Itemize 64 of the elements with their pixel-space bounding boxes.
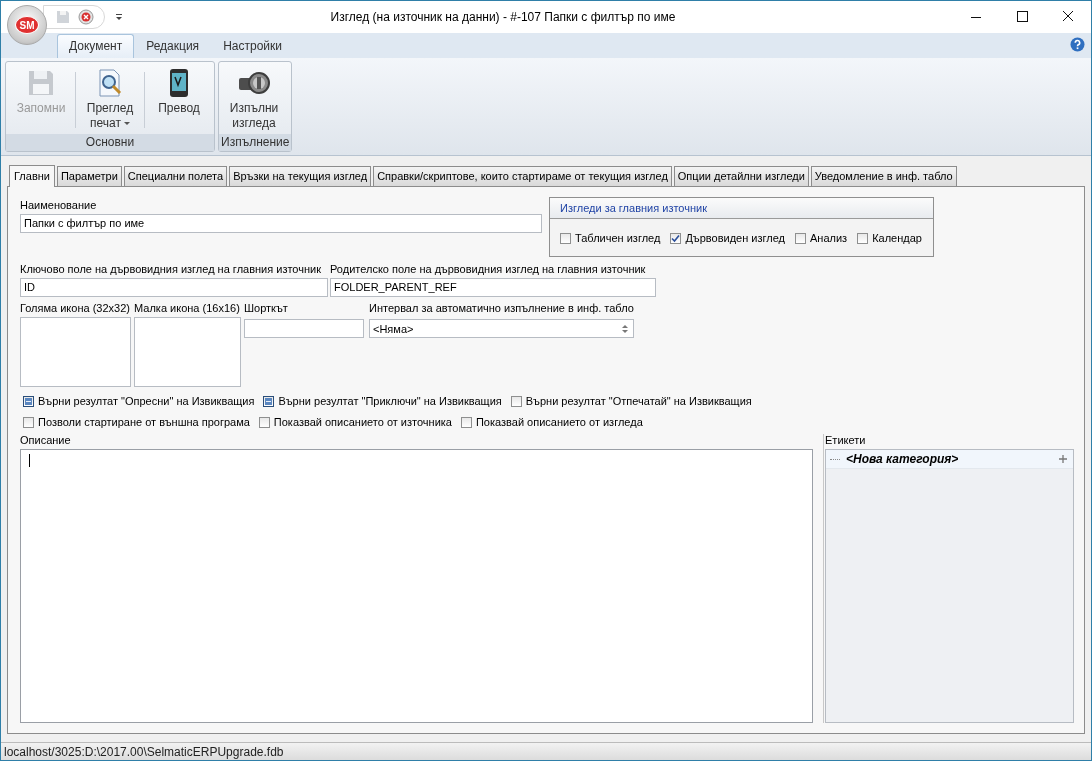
key-field[interactable]: ID [20, 278, 328, 297]
group-label: Изпълнение [219, 134, 292, 151]
checkbox-label: Календар [872, 232, 922, 244]
ribbon-tab[interactable]: Документ [57, 34, 135, 58]
tree-row[interactable]: <Нова категория> [826, 450, 1073, 469]
spin-arrows-icon[interactable] [622, 324, 628, 333]
help-icon[interactable] [1070, 37, 1085, 52]
ribbon-button[interactable]: Преглед печат [78, 66, 142, 133]
dropdown-caret-icon[interactable] [123, 122, 130, 126]
checkbox-label: Върни резултат "Опресни" на Извикващия [38, 395, 255, 407]
checkbox-label: Показвай описанието от изгледа [475, 416, 643, 428]
description-field[interactable] [20, 449, 813, 723]
checkbox-label: Показвай описанието от източника [273, 416, 452, 428]
window-title: Изглед (на източник на данни) - #-107 Папки с филтър по име [329, 10, 677, 24]
field-label: Описание [20, 434, 72, 446]
field-label: Наименование [20, 199, 98, 211]
checkbox[interactable] [510, 395, 522, 407]
field-label: Етикети [825, 434, 867, 446]
checkbox[interactable] [460, 416, 472, 428]
field-label: Шорткът [244, 302, 289, 314]
group-label: Основни [6, 134, 214, 151]
field-label: Интервал за автоматично изпълнение в инф. табло [369, 302, 634, 314]
checkbox-label: Върни резултат "Отпечатай" на Извикващия [525, 395, 752, 407]
close-icon[interactable] [78, 9, 94, 25]
icon-drop-area[interactable] [134, 317, 241, 387]
checkbox[interactable] [857, 232, 869, 244]
tab[interactable]: Опции детайлни изгледи [673, 166, 809, 186]
ribbon-tab[interactable]: Редакция [134, 34, 212, 58]
checkbox-label: Анализ [810, 232, 848, 244]
interval-spinner[interactable]: <Няма> [369, 319, 634, 338]
checkbox-label: Позволи стартиране от външна програма [38, 416, 250, 428]
checkbox[interactable] [560, 232, 571, 244]
tab[interactable]: Специални полета [123, 166, 228, 186]
app-logo[interactable]: SM [7, 5, 47, 45]
field-label: Родителско поле на дървовидния изглед на главния източник [330, 263, 647, 275]
ribbon-button[interactable]: Изпълни изгледа [222, 66, 286, 133]
tab[interactable]: Справки/скриптове, които стартираме от текущия изглед [373, 166, 672, 186]
checkbox[interactable] [23, 416, 34, 428]
tab[interactable]: Връзки на текущия изглед [229, 166, 372, 186]
field-label: Малка икона (16x16) [134, 302, 241, 314]
name-field[interactable]: Папки с филтър по име [20, 214, 542, 233]
checkbox[interactable] [23, 395, 34, 407]
icon-drop-area[interactable] [20, 317, 131, 387]
checkbox-label: Табличен изглед [575, 232, 661, 244]
parent-field[interactable]: FOLDER_PARENT_REF [330, 278, 656, 297]
category-name: <Нова категория> [846, 452, 959, 466]
checkbox[interactable] [258, 416, 270, 428]
tab[interactable]: Параметри [56, 166, 122, 186]
field-label: Голяма икона (32x32) [20, 302, 131, 314]
checkbox[interactable] [670, 232, 682, 244]
status-bar-text: localhost/3025:D:\2017.00\SelmaticERPUpgrade.fdb [1, 742, 1091, 760]
checkbox[interactable] [263, 395, 275, 407]
add-icon[interactable] [1059, 455, 1067, 463]
ribbon-button[interactable]: Превод [147, 66, 211, 118]
checkbox-label: Дървовиден изглед [685, 232, 785, 244]
shortcut-field[interactable] [244, 319, 364, 338]
tab[interactable]: Уведомление в инф. табло [810, 166, 957, 186]
customize-menu-icon[interactable] [115, 13, 123, 21]
checkbox-label: Върни резултат "Приключи" на Извикващия [278, 395, 502, 407]
checkbox[interactable] [795, 232, 806, 244]
field-label: Ключово поле на дървовидния изглед на главния източник [20, 263, 322, 275]
tab[interactable]: Главни [9, 165, 55, 187]
ribbon-tab[interactable]: Настройки [211, 34, 294, 58]
group-title: Изгледи за главния източник [550, 198, 933, 219]
